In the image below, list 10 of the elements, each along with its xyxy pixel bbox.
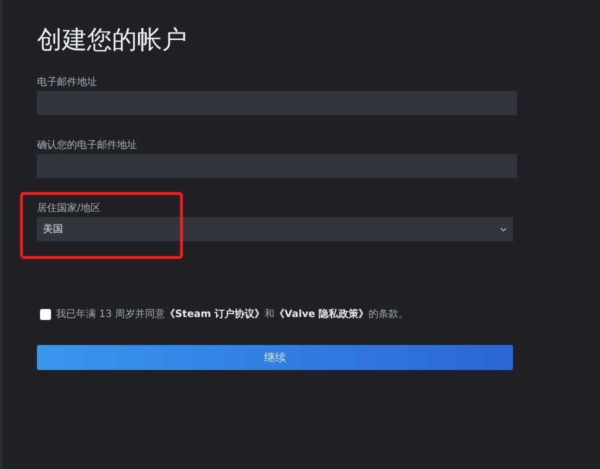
country-dropdown[interactable]: 美国 xyxy=(37,217,513,241)
subscriber-agreement-link[interactable]: 《Steam 订户协议》 xyxy=(165,309,265,320)
field-label: 确认您的电子邮件地址 xyxy=(37,139,138,153)
chevron-down-icon xyxy=(500,226,507,232)
privacy-policy-link[interactable]: 《Valve 隐私政策》 xyxy=(274,309,369,320)
agreement-text: 我已年满 13 周岁并同意《Steam 订户协议》和《Valve 隐私政策》的条款。 xyxy=(56,307,409,321)
page-title: 创建您的帐户 xyxy=(37,24,188,56)
checkbox[interactable] xyxy=(40,308,51,320)
field-label: 电子邮件地址 xyxy=(37,76,98,90)
field-label: 居住国家/地区 xyxy=(37,202,102,216)
